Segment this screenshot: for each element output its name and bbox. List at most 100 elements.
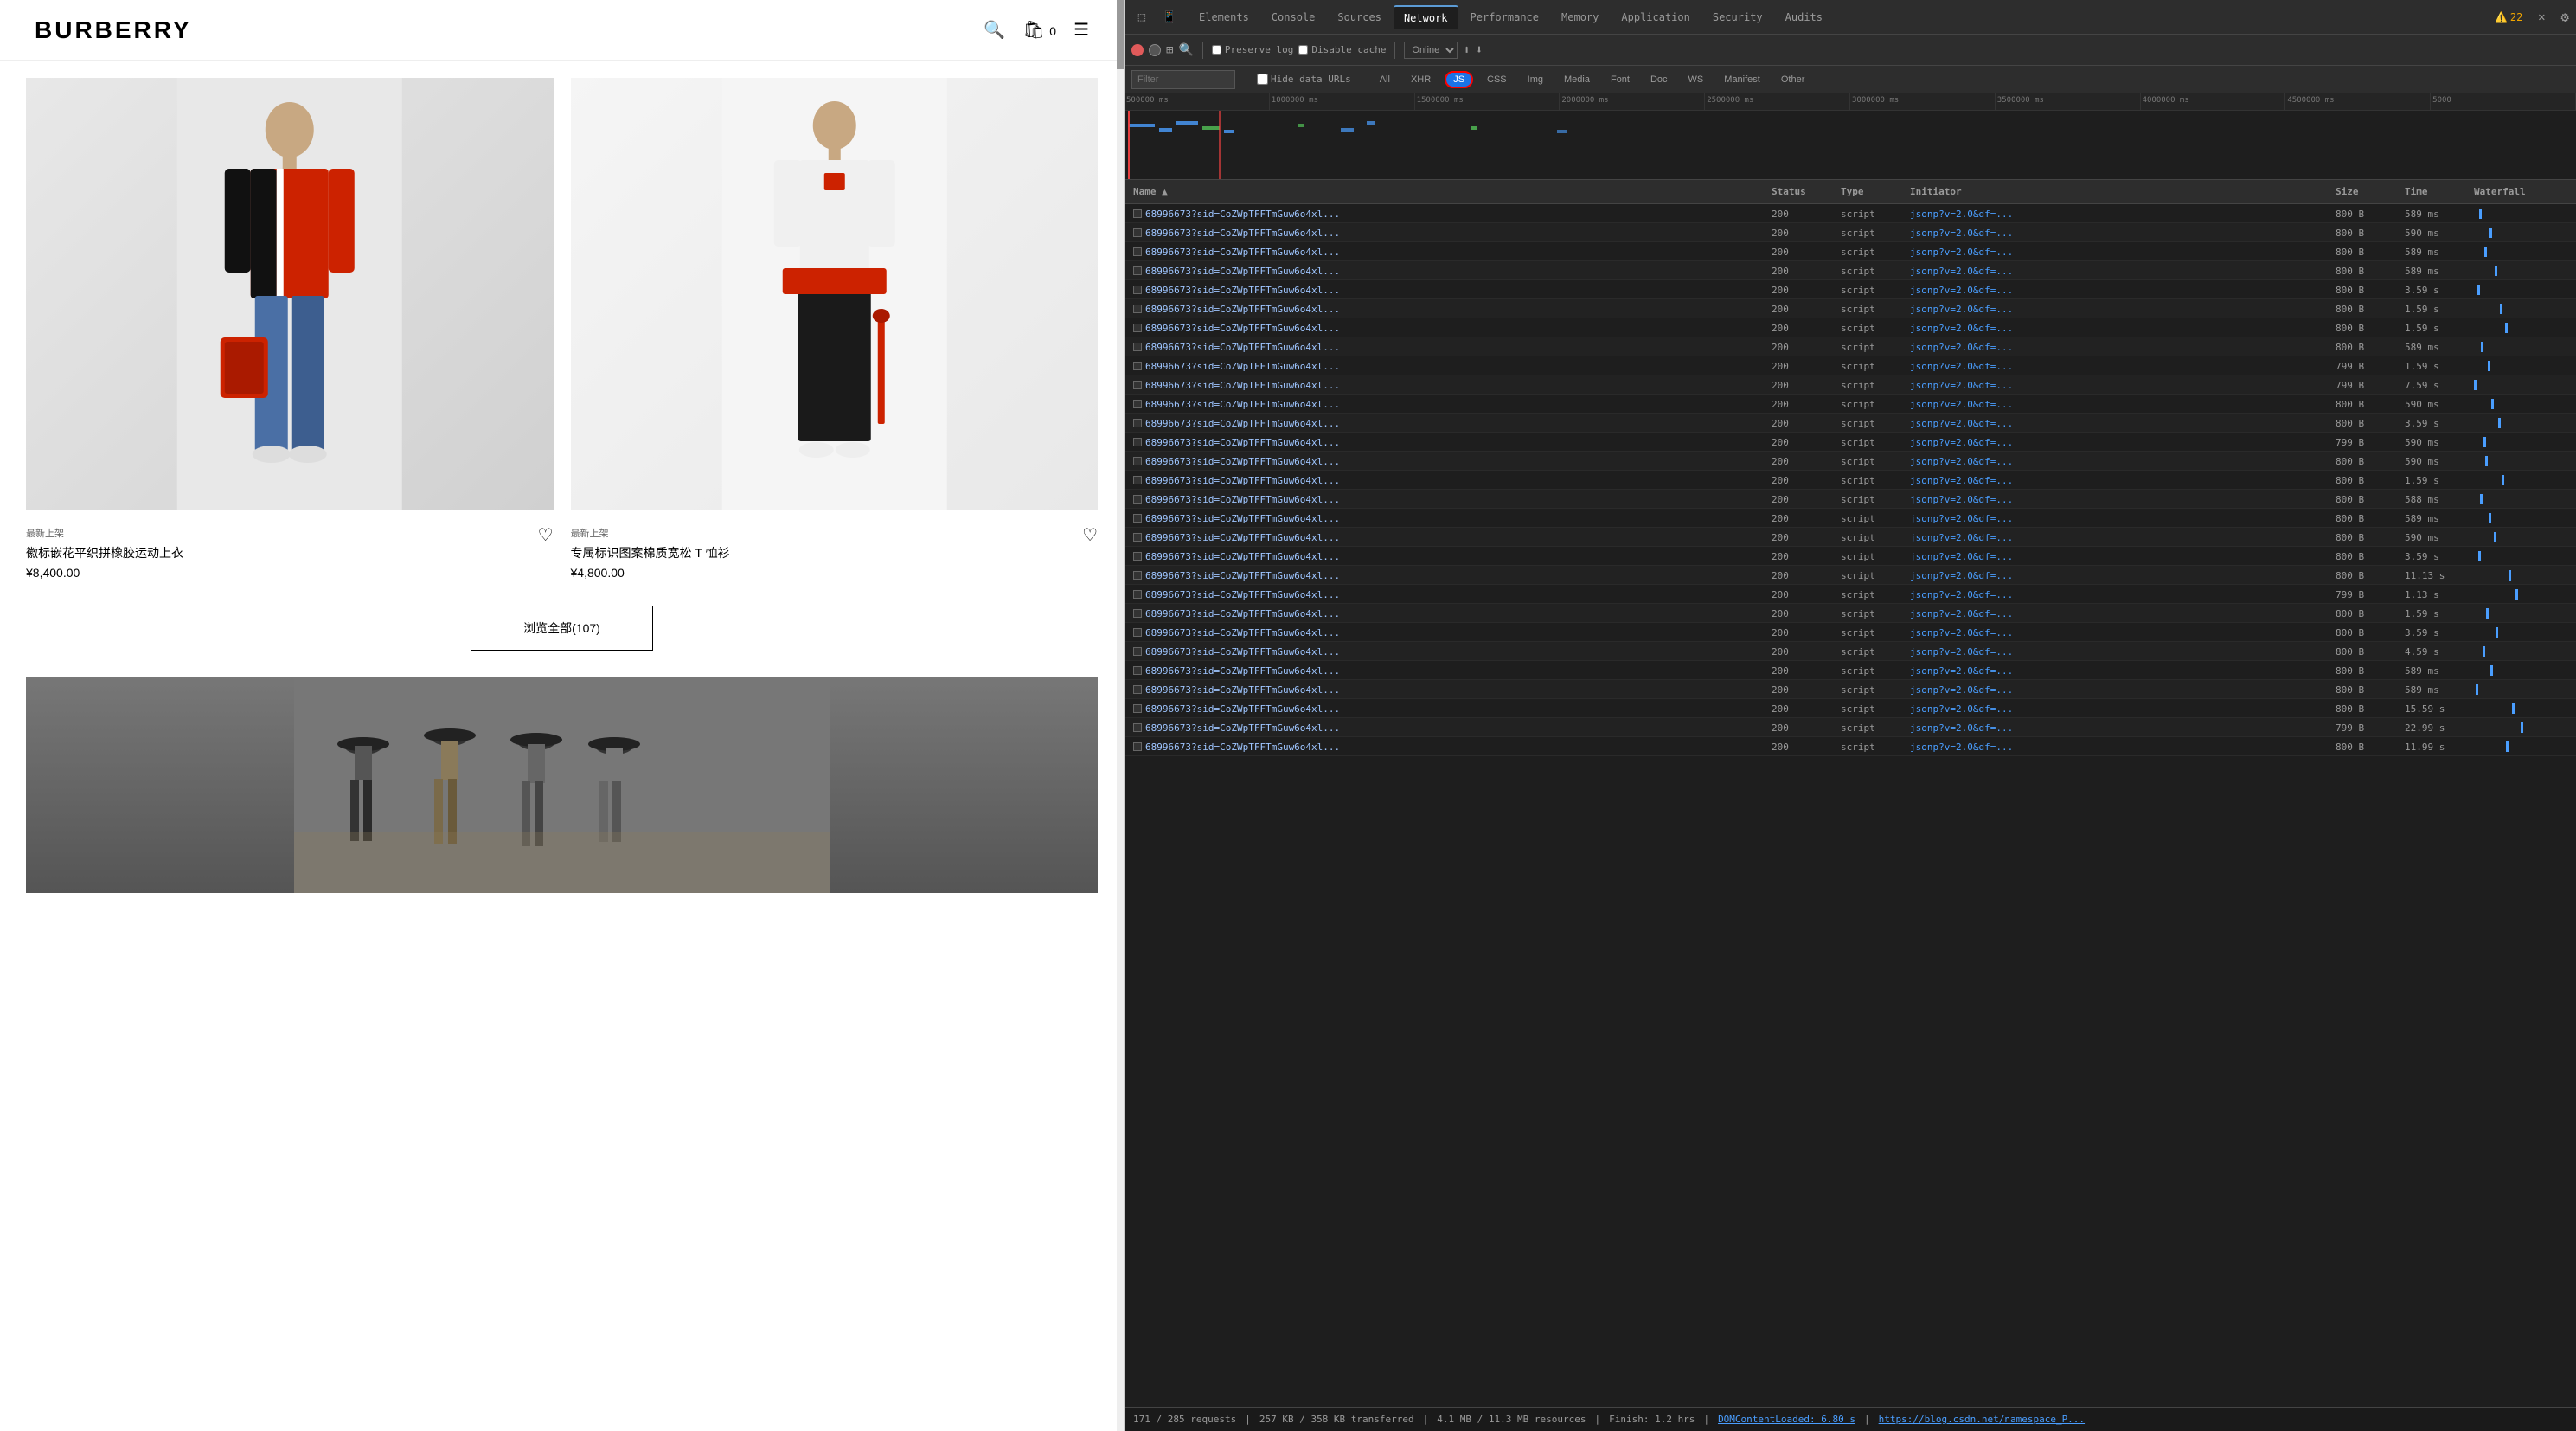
table-row[interactable]: 68996673?sid=CoZWpTFFTmGuw6o4xl... 200 s… [1125,642,2576,661]
table-row[interactable]: 68996673?sid=CoZWpTFFTmGuw6o4xl... 200 s… [1125,566,2576,585]
table-row[interactable]: 68996673?sid=CoZWpTFFTmGuw6o4xl... 200 s… [1125,299,2576,318]
tab-console[interactable]: Console [1261,6,1326,29]
table-row[interactable]: 68996673?sid=CoZWpTFFTmGuw6o4xl... 200 s… [1125,528,2576,547]
table-row[interactable]: 68996673?sid=CoZWpTFFTmGuw6o4xl... 200 s… [1125,337,2576,356]
row-checkbox[interactable] [1133,362,1142,370]
product-image-2[interactable] [571,78,1099,510]
row-checkbox[interactable] [1133,266,1142,275]
scroll-bar[interactable] [1117,0,1124,1431]
th-status[interactable]: Status [1766,186,1836,197]
filter-img-btn[interactable]: Img [1521,73,1550,87]
table-row[interactable]: 68996673?sid=CoZWpTFFTmGuw6o4xl... 200 s… [1125,604,2576,623]
row-checkbox[interactable] [1133,381,1142,389]
close-devtools-icon[interactable]: ✕ [2531,7,2552,28]
filter-input[interactable] [1131,70,1235,89]
table-row[interactable]: 68996673?sid=CoZWpTFFTmGuw6o4xl... 200 s… [1125,223,2576,242]
th-waterfall[interactable]: Waterfall [2469,186,2573,197]
filter-doc-btn[interactable]: Doc [1644,73,1675,87]
filter-other-btn[interactable]: Other [1774,73,1812,87]
table-row[interactable]: 68996673?sid=CoZWpTFFTmGuw6o4xl... 200 s… [1125,280,2576,299]
row-checkbox[interactable] [1133,495,1142,504]
dom-content-loaded[interactable]: DOMContentLoaded: 6.80 s [1718,1414,1855,1425]
settings-icon[interactable]: ⚙ [2560,9,2569,25]
table-row[interactable]: 68996673?sid=CoZWpTFFTmGuw6o4xl... 200 s… [1125,547,2576,566]
filter-manifest-btn[interactable]: Manifest [1717,73,1767,87]
preserve-log-checkbox[interactable]: Preserve log [1212,44,1293,55]
row-checkbox[interactable] [1133,476,1142,484]
table-row[interactable]: 68996673?sid=CoZWpTFFTmGuw6o4xl... 200 s… [1125,471,2576,490]
throttle-select[interactable]: Online [1404,42,1458,59]
row-checkbox[interactable] [1133,533,1142,542]
th-time[interactable]: Time [2400,186,2469,197]
wishlist-btn-1[interactable]: ♡ [538,524,554,546]
tab-network[interactable]: Network [1394,5,1458,29]
table-row[interactable]: 68996673?sid=CoZWpTFFTmGuw6o4xl... 200 s… [1125,452,2576,471]
row-checkbox[interactable] [1133,419,1142,427]
filter-ws-btn[interactable]: WS [1682,73,1711,87]
th-initiator[interactable]: Initiator [1905,186,2330,197]
table-row[interactable]: 68996673?sid=CoZWpTFFTmGuw6o4xl... 200 s… [1125,490,2576,509]
table-row[interactable]: 68996673?sid=CoZWpTFFTmGuw6o4xl... 200 s… [1125,585,2576,604]
table-row[interactable]: 68996673?sid=CoZWpTFFTmGuw6o4xl... 200 s… [1125,661,2576,680]
row-checkbox[interactable] [1133,685,1142,694]
tab-memory[interactable]: Memory [1551,6,1609,29]
menu-icon[interactable]: ☰ [1073,19,1089,41]
upload-icon[interactable]: ⬆ [1463,43,1470,57]
row-checkbox[interactable] [1133,324,1142,332]
row-checkbox[interactable] [1133,400,1142,408]
row-checkbox[interactable] [1133,723,1142,732]
row-checkbox[interactable] [1133,742,1142,751]
tab-elements[interactable]: Elements [1189,6,1259,29]
hide-data-urls-checkbox[interactable]: Hide data URLs [1257,74,1351,85]
scroll-thumb[interactable] [1117,0,1124,69]
download-icon[interactable]: ⬇ [1476,43,1483,57]
filter-js-btn[interactable]: JS [1445,71,1473,88]
table-row[interactable]: 68996673?sid=CoZWpTFFTmGuw6o4xl... 200 s… [1125,680,2576,699]
row-checkbox[interactable] [1133,514,1142,523]
table-row[interactable]: 68996673?sid=CoZWpTFFTmGuw6o4xl... 200 s… [1125,261,2576,280]
product-image-1[interactable] [26,78,554,510]
table-row[interactable]: 68996673?sid=CoZWpTFFTmGuw6o4xl... 200 s… [1125,509,2576,528]
table-row[interactable]: 68996673?sid=CoZWpTFFTmGuw6o4xl... 200 s… [1125,433,2576,452]
stop-button[interactable] [1149,44,1161,56]
disable-cache-checkbox[interactable]: Disable cache [1298,44,1386,55]
record-button[interactable] [1131,44,1144,56]
timeline-waterfall[interactable] [1125,111,2576,180]
row-checkbox[interactable] [1133,457,1142,465]
tab-sources[interactable]: Sources [1327,6,1392,29]
table-row[interactable]: 68996673?sid=CoZWpTFFTmGuw6o4xl... 200 s… [1125,242,2576,261]
table-row[interactable]: 68996673?sid=CoZWpTFFTmGuw6o4xl... 200 s… [1125,414,2576,433]
tab-audits[interactable]: Audits [1775,6,1833,29]
row-checkbox[interactable] [1133,704,1142,713]
wishlist-btn-2[interactable]: ♡ [1082,524,1098,546]
row-checkbox[interactable] [1133,305,1142,313]
tab-performance[interactable]: Performance [1460,6,1549,29]
table-row[interactable]: 68996673?sid=CoZWpTFFTmGuw6o4xl... 200 s… [1125,356,2576,375]
tab-security[interactable]: Security [1702,6,1773,29]
row-checkbox[interactable] [1133,628,1142,637]
table-row[interactable]: 68996673?sid=CoZWpTFFTmGuw6o4xl... 200 s… [1125,737,2576,756]
disable-cache-input[interactable] [1298,45,1308,55]
device-toggle-icon[interactable]: 📱 [1159,7,1180,28]
row-checkbox[interactable] [1133,647,1142,656]
filter-font-btn[interactable]: Font [1604,73,1637,87]
th-type[interactable]: Type [1836,186,1905,197]
filter-css-btn[interactable]: CSS [1480,73,1514,87]
row-checkbox[interactable] [1133,286,1142,294]
table-row[interactable]: 68996673?sid=CoZWpTFFTmGuw6o4xl... 200 s… [1125,204,2576,223]
table-row[interactable]: 68996673?sid=CoZWpTFFTmGuw6o4xl... 200 s… [1125,395,2576,414]
inspect-element-icon[interactable]: ⬚ [1131,7,1152,28]
row-checkbox[interactable] [1133,343,1142,351]
filter-all-btn[interactable]: All [1373,73,1397,87]
row-checkbox[interactable] [1133,590,1142,599]
tab-application[interactable]: Application [1611,6,1700,29]
row-checkbox[interactable] [1133,666,1142,675]
row-checkbox[interactable] [1133,438,1142,446]
table-row[interactable]: 68996673?sid=CoZWpTFFTmGuw6o4xl... 200 s… [1125,623,2576,642]
search-icon[interactable]: 🔍 [984,19,1005,41]
search-network-icon[interactable]: 🔍 [1178,43,1193,57]
browse-all-button[interactable]: 浏览全部(107) [471,606,653,651]
hide-data-urls-input[interactable] [1257,74,1268,85]
filter-icon[interactable]: ⊞ [1166,43,1173,57]
row-checkbox[interactable] [1133,609,1142,618]
